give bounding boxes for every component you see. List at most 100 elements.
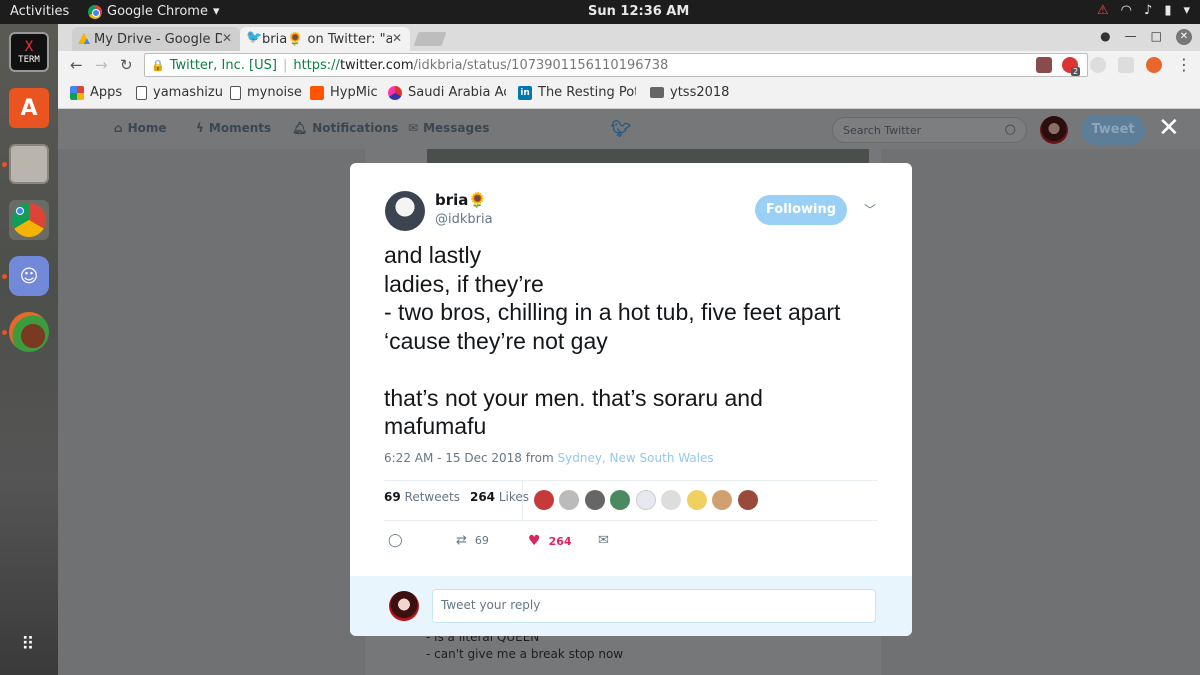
author-handle[interactable]: @idkbria bbox=[435, 212, 493, 227]
retweet-button[interactable]: ⇄ 69 bbox=[456, 533, 489, 548]
show-apps-icon[interactable]: ⠿ bbox=[9, 624, 49, 664]
compose-tweet-button[interactable]: Tweet bbox=[1081, 115, 1145, 145]
likes-stat[interactable]: 264 Likes bbox=[470, 490, 529, 504]
extension-avatar-icon[interactable] bbox=[1036, 57, 1052, 73]
site-identity[interactable]: Twitter, Inc. [US] bbox=[170, 58, 277, 73]
tweet-timestamp[interactable]: 6:22 AM - 15 Dec 2018 from bbox=[384, 451, 558, 465]
chrome-launcher-icon[interactable] bbox=[9, 200, 49, 240]
reply-icon: ◯ bbox=[388, 533, 403, 548]
back-icon[interactable]: ← bbox=[70, 56, 83, 74]
minimize-icon[interactable]: — bbox=[1125, 29, 1137, 45]
app-menu[interactable]: Google Chrome ▾ bbox=[88, 4, 220, 19]
close-icon[interactable]: ✕ bbox=[1158, 115, 1180, 141]
address-bar[interactable]: 🔒 Twitter, Inc. [US] | https:// twitter.… bbox=[144, 53, 1088, 77]
close-window-icon[interactable]: ✕ bbox=[1176, 29, 1192, 45]
system-tray[interactable]: ⚠ ◠ ♪ ▮ ▾ bbox=[1097, 3, 1190, 18]
url-path: /idkbria/status/1073901156110196738 bbox=[413, 57, 669, 73]
activities-button[interactable]: Activities bbox=[10, 4, 69, 19]
bookmark-mynoise[interactable]: mynoise bbox=[230, 85, 302, 100]
folder-icon bbox=[650, 87, 664, 98]
warning-icon[interactable]: ⚠ bbox=[1097, 3, 1109, 18]
chevron-down-icon: ▾ bbox=[212, 4, 220, 19]
new-tab-button[interactable] bbox=[413, 32, 447, 46]
retweets-stat[interactable]: 69 Retweets bbox=[384, 490, 460, 504]
liker-avatar[interactable] bbox=[712, 490, 732, 510]
tab-strip: My Drive - Google D ✕ 🐦 bria🌻 on Twitter… bbox=[58, 24, 1200, 51]
tweet-stats: 69 Retweets 264 Likes bbox=[384, 490, 529, 504]
wifi-icon[interactable]: ◠ bbox=[1121, 3, 1132, 18]
direct-message-button[interactable]: ✉ bbox=[598, 533, 609, 548]
extension-gray-icon[interactable] bbox=[1090, 57, 1106, 73]
volume-icon[interactable]: ♪ bbox=[1144, 3, 1152, 18]
user-avatar[interactable] bbox=[389, 591, 419, 621]
maximize-icon[interactable]: □ bbox=[1151, 29, 1162, 45]
clock[interactable]: Sun 12:36 AM bbox=[588, 4, 689, 19]
liker-avatar[interactable] bbox=[559, 490, 579, 510]
tab-google-drive[interactable]: My Drive - Google D ✕ bbox=[72, 27, 240, 51]
nav-notifications[interactable]: 🔔︎ Notifications bbox=[292, 121, 398, 135]
liker-avatar[interactable] bbox=[738, 490, 758, 510]
reply-button[interactable]: ◯ bbox=[388, 533, 403, 548]
bookmark-resting-pote[interactable]: in The Resting Pote bbox=[518, 85, 636, 100]
files-icon[interactable] bbox=[9, 144, 49, 184]
tab-label: bria🌻 on Twitter: "a bbox=[262, 31, 392, 47]
like-button[interactable]: ♥ 264 bbox=[528, 533, 572, 549]
divider bbox=[384, 480, 878, 481]
profile-avatar[interactable] bbox=[1040, 116, 1068, 144]
extension-keyboard-icon[interactable] bbox=[1118, 57, 1134, 73]
forward-icon[interactable]: → bbox=[95, 56, 108, 74]
bookmark-ytss2018[interactable]: ytss2018 bbox=[650, 85, 729, 100]
liker-avatar[interactable] bbox=[534, 490, 554, 510]
bookmark-apps[interactable]: Apps bbox=[70, 85, 122, 100]
liker-avatar[interactable] bbox=[661, 490, 681, 510]
bookmark-yamashizu[interactable]: yamashizu bbox=[136, 85, 223, 100]
bookmark-hypmic[interactable]: HypMic bbox=[310, 85, 378, 100]
chrome-icon bbox=[12, 203, 46, 237]
chevron-down-icon[interactable]: ﹀ bbox=[864, 201, 876, 218]
nav-notifications-label: Notifications bbox=[312, 121, 399, 135]
search-icon[interactable]: ○ bbox=[1005, 122, 1016, 137]
software-center-icon[interactable]: A bbox=[9, 88, 49, 128]
bookmark-saudi-arabia[interactable]: Saudi Arabia Ack bbox=[388, 85, 506, 100]
tweet-location[interactable]: Sydney, New South Wales bbox=[558, 451, 714, 465]
battery-icon[interactable]: ▮ bbox=[1164, 3, 1171, 18]
profile-icon[interactable]: ● bbox=[1100, 29, 1110, 45]
bell-icon: 🔔︎ bbox=[292, 121, 308, 135]
bookmark-label: yamashizu bbox=[153, 85, 223, 100]
close-tab-icon[interactable]: ✕ bbox=[392, 31, 402, 45]
liker-avatar[interactable] bbox=[610, 490, 630, 510]
reload-icon[interactable]: ↻ bbox=[120, 56, 133, 74]
extension-fire-icon[interactable] bbox=[1146, 57, 1162, 73]
google-drive-icon bbox=[78, 33, 90, 44]
page-icon bbox=[230, 85, 241, 100]
twitter-logo-icon[interactable]: 🐦︎ bbox=[611, 119, 631, 138]
bookmark-label: Apps bbox=[90, 85, 123, 100]
more-menu-icon[interactable]: ⋮ bbox=[1176, 55, 1192, 74]
system-top-bar: Activities Google Chrome ▾ Sun 12:36 AM … bbox=[0, 0, 1200, 24]
running-indicator bbox=[2, 274, 7, 279]
app-menu-label: Google Chrome bbox=[107, 4, 208, 19]
nav-moments[interactable]: ϟ Moments bbox=[196, 121, 271, 135]
bookmarks-bar: Apps yamashizu mynoise HypMic Saudi Arab… bbox=[58, 79, 1200, 109]
xterm-icon[interactable]: X TERM bbox=[9, 32, 49, 72]
app-launcher-icon[interactable] bbox=[9, 312, 49, 352]
nav-home[interactable]: ⌂ Home bbox=[114, 121, 167, 135]
divider bbox=[384, 520, 878, 521]
liker-avatar[interactable] bbox=[585, 490, 605, 510]
search-input[interactable]: Search Twitter ○ bbox=[832, 117, 1027, 143]
retweets-label: Retweets bbox=[404, 490, 460, 504]
following-button[interactable]: Following bbox=[755, 195, 847, 225]
author-name[interactable]: bria🌻 bbox=[435, 191, 487, 209]
url-separator: | bbox=[282, 57, 288, 73]
close-tab-icon[interactable]: ✕ bbox=[222, 31, 232, 45]
liker-avatar[interactable] bbox=[687, 490, 707, 510]
discord-icon[interactable]: ☺ bbox=[9, 256, 49, 296]
author-avatar[interactable] bbox=[385, 191, 425, 231]
liker-avatar[interactable] bbox=[636, 490, 656, 510]
chevron-down-icon[interactable]: ▾ bbox=[1183, 3, 1190, 18]
twitter-navbar: ⌂ Home ϟ Moments 🔔︎ Notifications ✉ Mess… bbox=[58, 109, 1200, 149]
reply-input[interactable]: Tweet your reply bbox=[432, 589, 876, 623]
nav-messages[interactable]: ✉ Messages bbox=[408, 121, 489, 135]
tab-twitter[interactable]: 🐦 bria🌻 on Twitter: "a ✕ bbox=[240, 27, 410, 51]
apps-grid-icon bbox=[70, 85, 84, 100]
